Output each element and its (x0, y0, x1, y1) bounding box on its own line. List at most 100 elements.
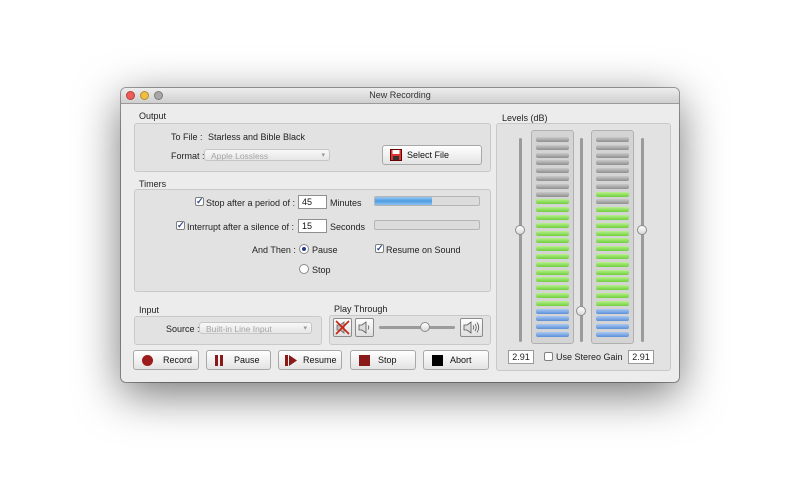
level-segment (596, 144, 629, 150)
level-segment (536, 324, 569, 330)
updown-chevron-icon: ▾ (303, 325, 307, 332)
level-segment (536, 316, 569, 322)
level-segment (536, 277, 569, 283)
right-level-value[interactable]: 2.91 (628, 350, 654, 364)
level-segment (536, 269, 569, 275)
level-segment (536, 246, 569, 252)
level-segment (596, 238, 629, 244)
level-segment (596, 230, 629, 236)
to-file-label: To File : (171, 132, 203, 142)
level-segment (596, 246, 629, 252)
pause-icon-bar (220, 355, 223, 366)
levels-group (496, 123, 671, 371)
left-gain-slider[interactable] (519, 138, 522, 342)
stereo-gain-label: Use Stereo Gain (556, 352, 623, 362)
title-bar: New Recording (121, 88, 679, 104)
play-through-volume-knob[interactable] (419, 322, 430, 332)
level-segment (596, 152, 629, 158)
record-icon (142, 355, 153, 366)
level-segment (536, 261, 569, 267)
level-segment (536, 199, 569, 205)
pause-radio-label: Pause (312, 245, 338, 255)
seconds-unit-label: Seconds (330, 222, 366, 232)
level-segment (596, 308, 629, 314)
right-gain-knob[interactable] (637, 224, 647, 235)
right-gain-slider[interactable] (641, 138, 644, 342)
level-segment (596, 222, 629, 228)
interrupt-progress-bar (374, 220, 480, 230)
level-segment (596, 316, 629, 322)
level-segment (596, 285, 629, 291)
stop-radio[interactable] (299, 264, 309, 274)
right-level-meter (591, 130, 634, 344)
interrupt-checkbox[interactable]: ✓ (176, 221, 185, 230)
output-section-label: Output (139, 111, 167, 121)
stop-after-progress-fill (375, 197, 433, 205)
level-segment (596, 199, 629, 205)
format-popup-value: Apple Lossless (211, 151, 269, 161)
left-level-value[interactable]: 2.91 (508, 350, 534, 364)
interrupt-label: Interrupt after a silence of : (187, 222, 295, 232)
play-through-section-label: Play Through (334, 304, 388, 314)
to-file-value: Starless and Bible Black (208, 132, 306, 142)
format-popup[interactable]: Apple Lossless ▾ (204, 149, 330, 161)
interrupt-seconds-field[interactable]: 15 (298, 219, 327, 233)
select-file-label: Select File (407, 150, 450, 160)
and-then-label: And Then : (252, 245, 296, 255)
select-file-button[interactable]: Select File (382, 145, 482, 165)
level-segment (596, 324, 629, 330)
left-gain-knob[interactable] (515, 224, 525, 235)
stereo-gain-checkbox[interactable] (544, 352, 553, 361)
pause-icon (215, 355, 218, 366)
volume-up-button[interactable] (460, 318, 483, 337)
level-segment (596, 168, 629, 174)
level-segment (536, 238, 569, 244)
minutes-unit-label: Minutes (330, 198, 362, 208)
pause-radio[interactable] (299, 244, 309, 254)
resume-label: Resume (303, 355, 337, 365)
record-button[interactable]: Record (133, 350, 199, 370)
resume-on-sound-checkbox[interactable]: ✓ (375, 244, 384, 253)
pause-label: Pause (234, 355, 260, 365)
window-title: New Recording (369, 90, 431, 100)
level-segment (596, 254, 629, 259)
stop-after-minutes-field[interactable]: 45 (298, 195, 327, 209)
level-segment (596, 269, 629, 275)
level-segment (596, 160, 629, 166)
level-segment (596, 215, 629, 220)
level-segment (536, 144, 569, 150)
mute-button[interactable] (333, 318, 352, 337)
level-segment (596, 183, 629, 189)
floppy-disk-icon (390, 149, 402, 161)
level-segment (536, 308, 569, 314)
updown-chevron-icon: ▾ (321, 152, 325, 159)
levels-section-label: Levels (dB) (502, 113, 548, 123)
source-popup-value: Built-in Line Input (206, 324, 272, 334)
play-through-volume-slider[interactable] (379, 326, 455, 329)
timers-section-label: Timers (139, 179, 167, 189)
resume-button[interactable]: Resume (278, 350, 342, 370)
level-segment (536, 230, 569, 236)
stop-after-checkbox[interactable]: ✓ (195, 197, 204, 206)
input-section-label: Input (139, 305, 160, 315)
resume-icon (285, 355, 297, 366)
speaker-high-icon (463, 321, 480, 334)
stop-button[interactable]: Stop (350, 350, 416, 370)
stop-radio-label: Stop (312, 265, 331, 275)
level-segment (536, 137, 569, 142)
level-segment (596, 191, 629, 197)
stop-after-label: Stop after a period of : (206, 198, 296, 208)
level-segment (536, 300, 569, 306)
level-segment (536, 160, 569, 166)
left-level-meter (531, 130, 574, 344)
source-popup[interactable]: Built-in Line Input ▾ (199, 322, 312, 334)
abort-label: Abort (450, 355, 472, 365)
level-segment (596, 277, 629, 283)
record-label: Record (163, 355, 193, 365)
pause-button[interactable]: Pause (206, 350, 271, 370)
recording-window: New Recording Output To File : Starless … (121, 88, 679, 382)
abort-button[interactable]: Abort (423, 350, 489, 370)
stop-icon (359, 355, 370, 366)
level-segment (536, 183, 569, 189)
volume-down-button[interactable] (355, 318, 374, 337)
